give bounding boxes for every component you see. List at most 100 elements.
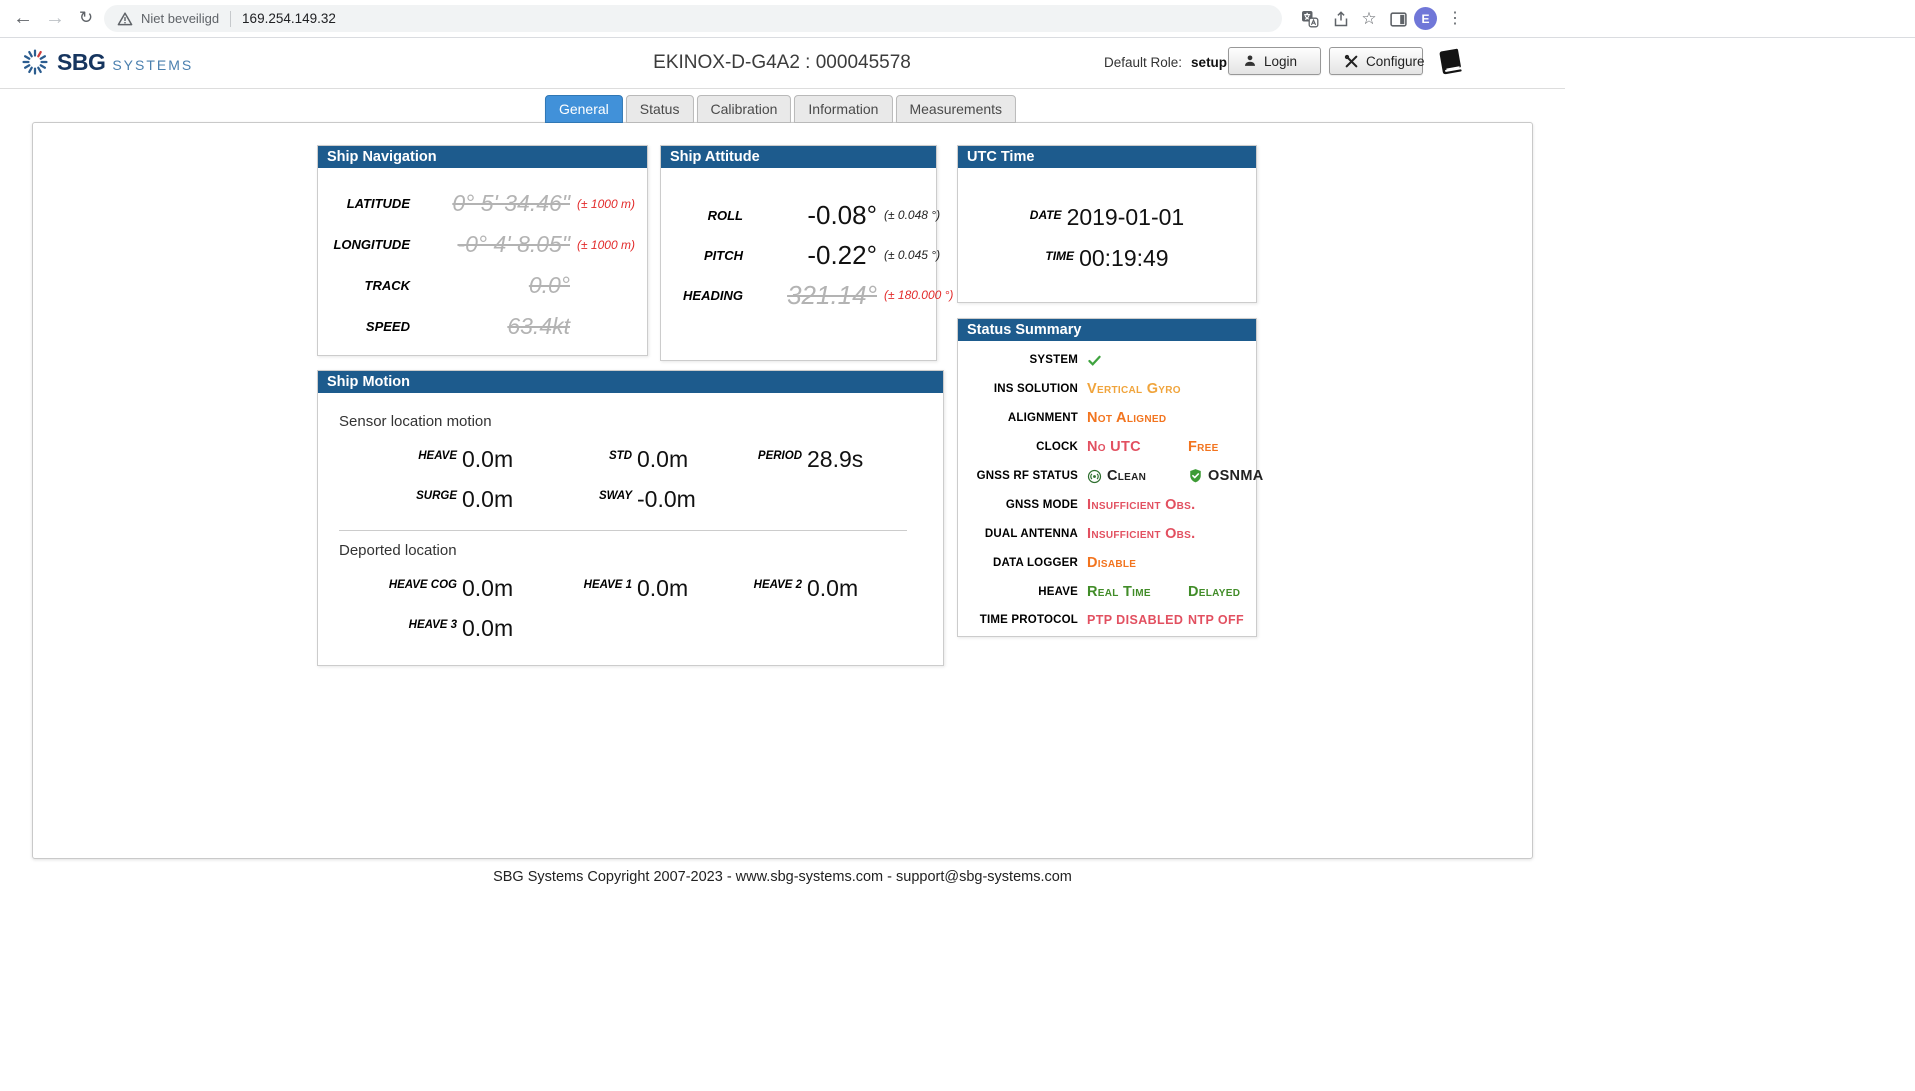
clock-label: CLOCK	[958, 441, 1078, 453]
dual-antenna-row: DUAL ANTENNA Insufficient Obs.	[958, 519, 1256, 548]
time-protocol-row: TIME PROTOCOL PTP DISABLED NTP OFF	[958, 606, 1256, 635]
tools-icon	[1344, 54, 1359, 69]
sbg-logo: SBG SYSTEMS	[20, 47, 193, 77]
ship-attitude-panel: Ship Attitude ROLL -0.08° (± 0.048 °) PI…	[660, 145, 937, 361]
ins-solution-label: INS SOLUTION	[958, 383, 1078, 395]
date-value: 2019-01-01	[1067, 204, 1185, 231]
utc-time-title: UTC Time	[958, 146, 1256, 168]
ship-motion-title: Ship Motion	[318, 371, 943, 393]
sbg-pinwheel-icon	[20, 47, 50, 77]
url-text: 169.254.149.32	[242, 11, 336, 26]
roll-row: ROLL -0.08° (± 0.048 °)	[661, 195, 936, 235]
side-panel-icon[interactable]	[1388, 9, 1408, 29]
roll-value: -0.08°	[743, 200, 877, 231]
heading-value: 321.14°	[743, 280, 877, 311]
data-logger-value: Disable	[1087, 555, 1136, 571]
latitude-label: LATITUDE	[324, 196, 410, 211]
sensor-motion-row-1: HEAVE 0.0m STD 0.0m PERIOD 28.9s	[339, 439, 929, 479]
address-bar[interactable]: Niet beveiligd 169.254.149.32	[104, 5, 1282, 32]
default-role-label: Default Role:	[1104, 55, 1182, 70]
user-icon	[1243, 54, 1257, 68]
main-tabs: General Status Calibration Information M…	[545, 95, 1019, 123]
heading-row: HEADING 321.14° (± 180.000 °)	[661, 275, 936, 315]
longitude-label: LONGITUDE	[324, 237, 410, 252]
speed-label: SPEED	[324, 319, 410, 334]
data-logger-row: DATA LOGGER Disable	[958, 548, 1256, 577]
tab-general[interactable]: General	[545, 95, 623, 123]
browser-menu-icon[interactable]: ⋮	[1447, 8, 1463, 28]
speed-row: SPEED 63.4kt	[318, 306, 647, 347]
check-icon	[1087, 353, 1102, 368]
footer-copyright: SBG Systems Copyright 2007-2023 - www.sb…	[0, 869, 1565, 885]
not-secure-warning-icon	[117, 11, 133, 27]
gnss-rf-status-label: GNSS RF STATUS	[958, 470, 1078, 482]
documentation-book-icon[interactable]	[1434, 44, 1466, 78]
ship-navigation-panel: Ship Navigation LATITUDE 0° 5' 34.46" (±…	[317, 145, 648, 356]
heading-accuracy: (± 180.000 °)	[884, 288, 953, 302]
bookmark-star-icon[interactable]: ☆	[1359, 9, 1379, 29]
browser-forward-button[interactable]: →	[40, 3, 70, 33]
osnma-value: OSNMA	[1208, 468, 1263, 484]
browser-profile-avatar[interactable]: E	[1414, 7, 1437, 30]
track-row: TRACK 0.0°	[318, 265, 647, 306]
app-header: SBG SYSTEMS EKINOX-D-G4A2 : 000045578 De…	[0, 38, 1565, 89]
period-metric: PERIOD 28.9s	[723, 446, 923, 472]
ship-navigation-title: Ship Navigation	[318, 146, 647, 168]
rf-broadcast-icon	[1087, 469, 1102, 484]
heave-realtime-value: Real Time	[1087, 584, 1188, 600]
pitch-label: PITCH	[667, 248, 743, 263]
ntp-value: NTP OFF	[1188, 613, 1244, 627]
utc-time-panel: UTC Time DATE 2019-01-01 TIME 00:19:49	[957, 145, 1257, 303]
alignment-row: ALIGNMENT Not Aligned	[958, 404, 1256, 433]
share-icon[interactable]	[1331, 9, 1351, 29]
latitude-accuracy: (± 1000 m)	[577, 197, 635, 211]
deported-location-heading: Deported location	[339, 542, 929, 559]
browser-toolbar: ← → ↻ Niet beveiligd 169.254.149.32 ☆ E …	[0, 0, 1915, 38]
heave-delayed-value: Delayed	[1188, 584, 1240, 600]
tab-status[interactable]: Status	[626, 95, 694, 123]
status-summary-title: Status Summary	[958, 319, 1256, 341]
heave-status-row: HEAVE Real Time Delayed	[958, 577, 1256, 606]
latitude-value: 0° 5' 34.46"	[410, 190, 570, 217]
pitch-accuracy: (± 0.045 °)	[884, 248, 940, 262]
system-label: SYSTEM	[958, 354, 1078, 366]
heading-label: HEADING	[667, 288, 743, 303]
heave-cog-metric: HEAVE COG 0.0m	[339, 575, 548, 601]
browser-reload-button[interactable]: ↻	[71, 3, 101, 33]
gnss-mode-row: GNSS MODE Insufficient Obs.	[958, 490, 1256, 519]
ship-attitude-title: Ship Attitude	[661, 146, 936, 168]
data-logger-label: DATA LOGGER	[958, 557, 1078, 569]
screen: ← → ↻ Niet beveiligd 169.254.149.32 ☆ E …	[0, 0, 1915, 1091]
clock-row: CLOCK No UTC Free	[958, 433, 1256, 462]
login-button[interactable]: Login	[1228, 47, 1321, 75]
login-button-label: Login	[1264, 54, 1297, 69]
status-summary-panel: Status Summary SYSTEM INS SOLUTION Verti…	[957, 318, 1257, 637]
ptp-value: PTP DISABLED	[1087, 613, 1188, 627]
ins-solution-row: INS SOLUTION Vertical Gyro	[958, 375, 1256, 404]
time-row: TIME 00:19:49	[958, 245, 1256, 286]
gnss-rf-status-row: GNSS RF STATUS Clean OSNMA	[958, 462, 1256, 491]
latitude-row: LATITUDE 0° 5' 34.46" (± 1000 m)	[318, 183, 647, 224]
heave-metric: HEAVE 0.0m	[339, 446, 548, 472]
ship-motion-panel: Ship Motion Sensor location motion HEAVE…	[317, 370, 944, 666]
translate-icon[interactable]	[1300, 9, 1320, 29]
pitch-row: PITCH -0.22° (± 0.045 °)	[661, 235, 936, 275]
motion-divider	[339, 530, 907, 531]
longitude-row: LONGITUDE -0° 4' 8.05" (± 1000 m)	[318, 224, 647, 265]
gnss-mode-label: GNSS MODE	[958, 499, 1078, 511]
tab-measurements[interactable]: Measurements	[895, 95, 1016, 123]
roll-label: ROLL	[667, 208, 743, 223]
track-label: TRACK	[324, 278, 410, 293]
brand-suffix: SYSTEMS	[112, 52, 193, 73]
dual-antenna-value: Insufficient Obs.	[1087, 526, 1195, 542]
tab-calibration[interactable]: Calibration	[696, 95, 791, 123]
date-row: DATE 2019-01-01	[958, 204, 1256, 245]
roll-accuracy: (± 0.048 °)	[884, 208, 940, 222]
speed-value: 63.4kt	[410, 313, 570, 340]
deported-row-2: HEAVE 3 0.0m	[339, 608, 929, 648]
browser-back-button[interactable]: ←	[8, 3, 38, 33]
std-metric: STD 0.0m	[548, 446, 723, 472]
heave-3-metric: HEAVE 3 0.0m	[339, 615, 548, 641]
configure-button[interactable]: Configure	[1329, 47, 1423, 75]
tab-information[interactable]: Information	[794, 95, 892, 123]
